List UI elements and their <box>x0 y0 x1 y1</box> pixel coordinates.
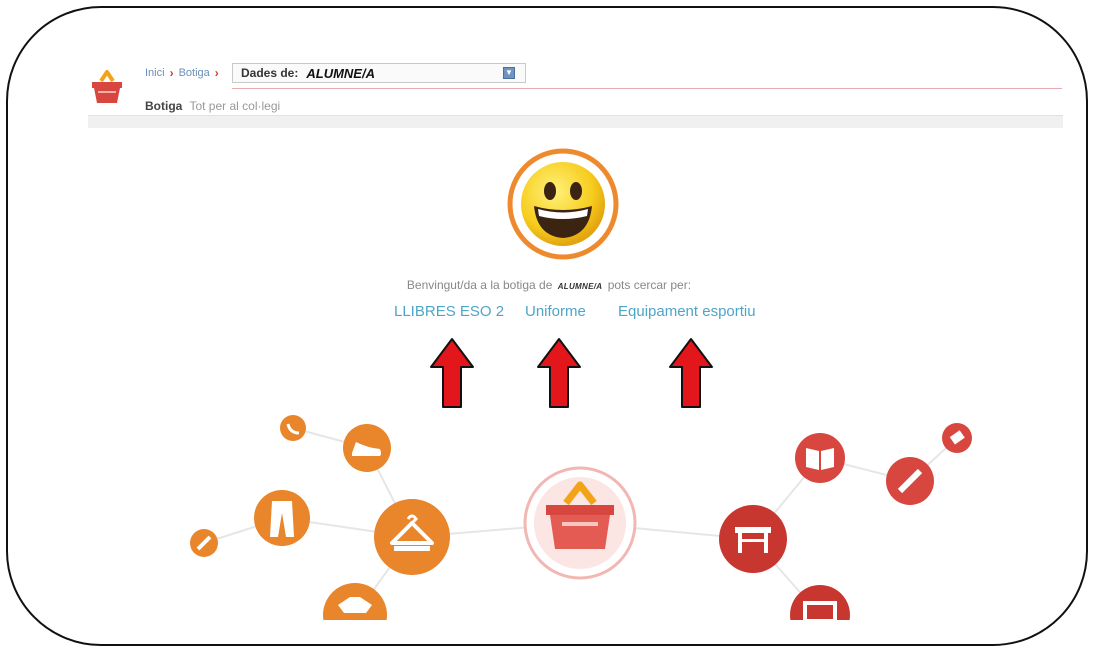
breadcrumb-home-link[interactable]: Inici <box>145 67 165 79</box>
shop-illustration <box>190 415 972 620</box>
category-link-books[interactable]: LLIBRES ESO 2 <box>394 303 504 320</box>
breadcrumb-shop-link[interactable]: Botiga <box>179 67 210 79</box>
phone-icon <box>280 415 306 441</box>
desk-icon <box>719 505 787 573</box>
category-link-sports[interactable]: Equipament esportiu <box>618 303 756 320</box>
pencil-icon <box>886 457 934 505</box>
pen-icon <box>190 529 218 557</box>
up-arrow-icon <box>430 338 474 408</box>
book-icon <box>795 433 845 483</box>
page-header: Inici › Botiga › Dades de: ALUMNE/A ▼ Bo… <box>88 62 1063 132</box>
eraser-icon <box>942 423 972 453</box>
welcome-prefix: Benvingut/da a la botiga de <box>406 278 553 292</box>
breadcrumb: Inici › Botiga › <box>145 66 224 80</box>
student-selector[interactable]: Dades de: ALUMNE/A ▼ <box>232 63 526 83</box>
hanger-icon <box>374 499 450 575</box>
welcome-student-name: ALUMNE/A <box>557 282 603 291</box>
welcome-suffix: pots cercar per: <box>607 278 692 292</box>
category-link-uniform[interactable]: Uniforme <box>525 303 586 320</box>
basket-icon <box>523 466 637 580</box>
smiley-icon <box>507 148 619 260</box>
chevron-right-icon: › <box>214 66 219 80</box>
basket-icon[interactable] <box>90 67 124 107</box>
selector-value: ALUMNE/A <box>306 65 375 81</box>
chevron-right-icon: › <box>169 66 174 80</box>
section-title: Botiga <box>145 99 183 113</box>
shoe-icon <box>343 424 391 472</box>
up-arrow-icon <box>537 338 581 408</box>
up-arrow-icon <box>669 338 713 408</box>
selector-label: Dades de: <box>241 66 299 80</box>
chevron-down-icon[interactable]: ▼ <box>503 67 515 79</box>
header-divider <box>232 88 1062 89</box>
category-links: LLIBRES ESO 2 Uniforme Equipament esport… <box>0 303 1098 327</box>
welcome-message: Benvingut/da a la botiga de ALUMNE/A pot… <box>0 278 1098 292</box>
toolbar-band <box>88 115 1063 128</box>
section-subtitle: Tot per al col·legi <box>189 99 281 113</box>
shirt-icon <box>323 583 387 620</box>
trousers-icon <box>254 490 310 546</box>
page-title: Botiga Tot per al col·legi <box>145 99 280 113</box>
